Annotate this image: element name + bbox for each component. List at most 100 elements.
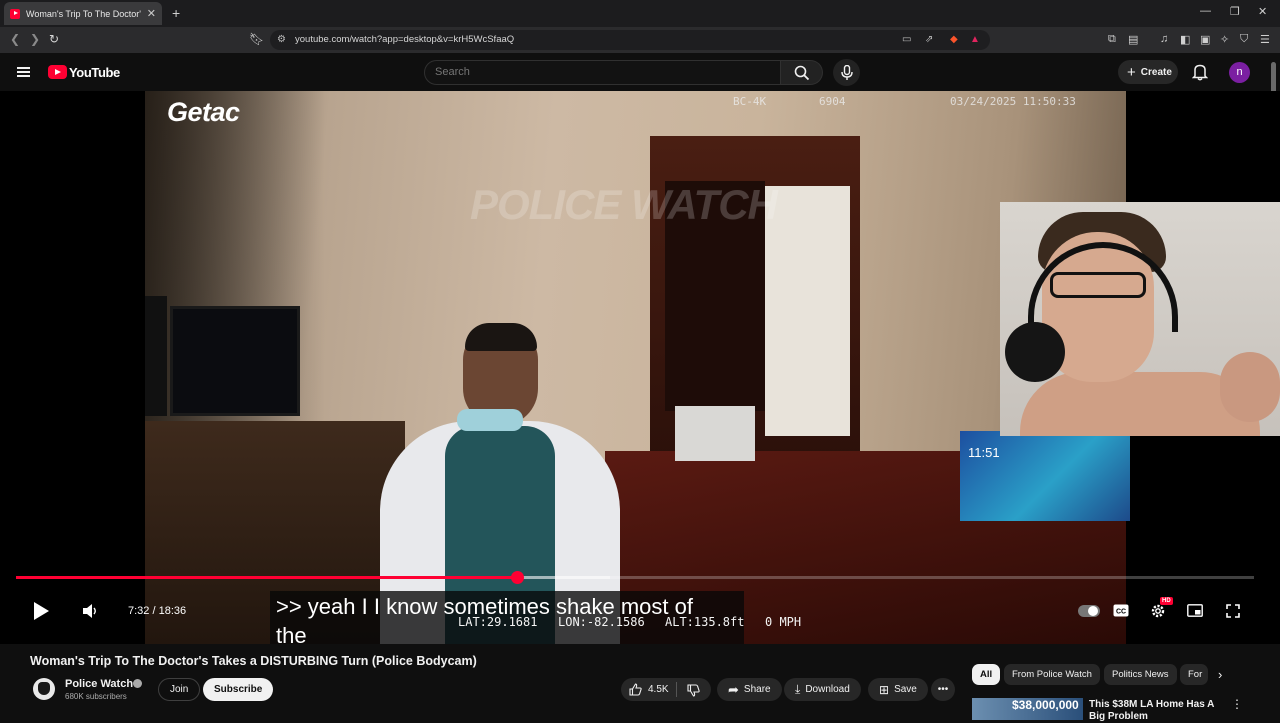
hamburger-icon[interactable] [17,67,30,77]
fullscreen-icon[interactable] [1226,604,1240,618]
chevron-right-icon[interactable]: › [1218,667,1222,682]
more-icon: ••• [937,684,949,695]
address-field[interactable]: ⚙︎ youtube.com/watch?app=desktop&v=krH5W… [270,30,990,50]
gps-altitude: ALT:135.8ft [665,615,745,629]
bell-icon[interactable] [1192,63,1208,81]
recommendation-thumb-text: $38,000,000 [1012,698,1079,712]
sidebar-icon[interactable]: ▤ [1128,33,1138,46]
verified-icon [133,679,142,688]
dislike-icon[interactable] [687,684,700,697]
search-box [424,60,781,85]
scene-monitor [170,306,300,416]
progress-bar[interactable] [16,571,1254,584]
youtube-header: YouTube + Create n [0,53,1280,91]
search-button[interactable] [781,60,823,85]
youtube-logo-icon[interactable] [48,65,67,79]
cast-icon[interactable]: ▭ [902,34,911,45]
youtube-logo-text[interactable]: YouTube [69,65,120,80]
osd-datetime: 03/24/2025 11:50:33 [950,95,1076,108]
site-info-icon[interactable]: ⚙︎ [277,34,286,45]
scene-printer [675,406,755,461]
gps-longitude: LON:-82.1586 [558,615,645,629]
join-button[interactable]: Join [158,678,201,701]
save-icon: ⊞ [879,682,890,697]
search-icon [794,65,810,81]
chip-for-you[interactable]: For [1180,664,1208,685]
progress-played [16,576,518,579]
recommendation-more-icon[interactable]: ⋮ [1231,697,1243,711]
account-avatar[interactable]: n [1229,62,1250,83]
media-icon[interactable]: ♫ [1160,33,1168,45]
hd-badge: HD [1160,597,1173,605]
cam-glasses [1050,272,1146,298]
recommendation-title[interactable]: This $38M LA Home Has A Big Problem [1089,699,1229,723]
voice-search-button[interactable] [833,59,860,86]
create-label: Create [1140,66,1172,78]
video-player[interactable]: 11:51 POLICE WATCH Getac BC-4K 6904 03/2… [0,91,1280,644]
share-page-icon[interactable]: ⇗ [925,34,933,45]
svg-text:CC: CC [1116,609,1126,616]
share-button[interactable]: ➦ Share [717,678,782,701]
extensions-icon[interactable]: ⧉ [1108,33,1116,46]
channel-avatar[interactable] [33,678,55,700]
brave-rewards-icon[interactable]: ▲ [970,34,980,45]
menu-icon[interactable]: ☰ [1260,33,1270,46]
chip-politics-news[interactable]: Politics News [1104,664,1177,685]
bodycam-brand: Getac [167,97,240,127]
miniplayer-icon[interactable] [1187,604,1203,617]
url-text[interactable]: youtube.com/watch?app=desktop&v=krH5WcSf… [295,34,514,45]
scene-doctor-mask [457,409,523,431]
close-window-icon[interactable]: ✕ [1258,5,1267,18]
restore-icon[interactable]: ❐ [1230,5,1240,18]
tab-close-icon[interactable]: ✕ [147,7,156,20]
scene-monitor-edge [145,296,167,416]
gps-latitude: LAT:29.1681 [458,615,538,629]
bookmark-icon[interactable]: 🔖︎ [249,32,264,46]
like-count[interactable]: 4.5K [648,684,669,695]
create-button[interactable]: + Create [1118,60,1178,84]
cam-hand [1220,352,1280,422]
like-dislike-group: 4.5K [621,678,711,701]
search-input[interactable] [435,66,765,78]
reload-icon[interactable]: ↻ [49,32,59,46]
minimize-icon[interactable]: — [1200,5,1211,17]
settings-icon[interactable] [1150,603,1166,619]
chip-from-channel[interactable]: From Police Watch [1004,664,1100,685]
join-label: Join [170,684,189,695]
back-icon[interactable]: ❮ [10,32,20,46]
browser-toolbar: ❮ ❯ ↻ 🔖︎ ⚙︎ youtube.com/watch?app=deskto… [0,27,1280,53]
like-icon[interactable] [629,683,642,696]
microphone-prop [1005,322,1065,382]
browser-tab[interactable]: Woman's Trip To The Doctor's Takes a DIS… [4,2,162,25]
scene-monitor-right: 11:51 [960,431,1130,521]
mic-icon [840,64,853,80]
chip-all[interactable]: All [972,664,1001,685]
wallet-icon[interactable]: ▣ [1200,33,1210,46]
plus-icon: + [1127,63,1136,81]
subscribe-button[interactable]: Subscribe [203,678,274,701]
volume-icon[interactable] [82,603,98,619]
time-display: 7:32 / 18:36 [128,605,187,617]
like-separator [676,682,677,697]
new-tab-button[interactable]: + [172,5,180,21]
leo-ai-icon[interactable]: ✧ [1220,33,1229,46]
osd-id: 6904 [819,95,846,108]
video-title: Woman's Trip To The Doctor's Takes a DIS… [30,654,477,668]
play-icon[interactable] [32,601,50,621]
forward-icon[interactable]: ❯ [30,32,40,46]
share-icon: ➦ [728,681,739,697]
download-button[interactable]: ⤓ Download [784,678,861,701]
reader-icon[interactable]: ◧ [1180,33,1190,46]
channel-name[interactable]: Police Watch [65,678,133,690]
save-button[interactable]: ⊞ Save [868,678,928,701]
video-frame: 11:51 [145,91,1130,644]
gps-speed: 0 MPH [765,615,802,629]
vpn-icon[interactable]: ⛉ [1240,33,1248,46]
cc-icon[interactable]: CC [1113,604,1129,617]
more-actions-button[interactable]: ••• [931,678,955,701]
streamer-camera [1000,202,1280,436]
download-label: Download [805,684,850,695]
brave-shield-icon[interactable]: ◆ [950,34,958,45]
channel-watermark: POLICE WATCH [470,181,778,228]
autoplay-toggle[interactable] [1078,605,1100,617]
